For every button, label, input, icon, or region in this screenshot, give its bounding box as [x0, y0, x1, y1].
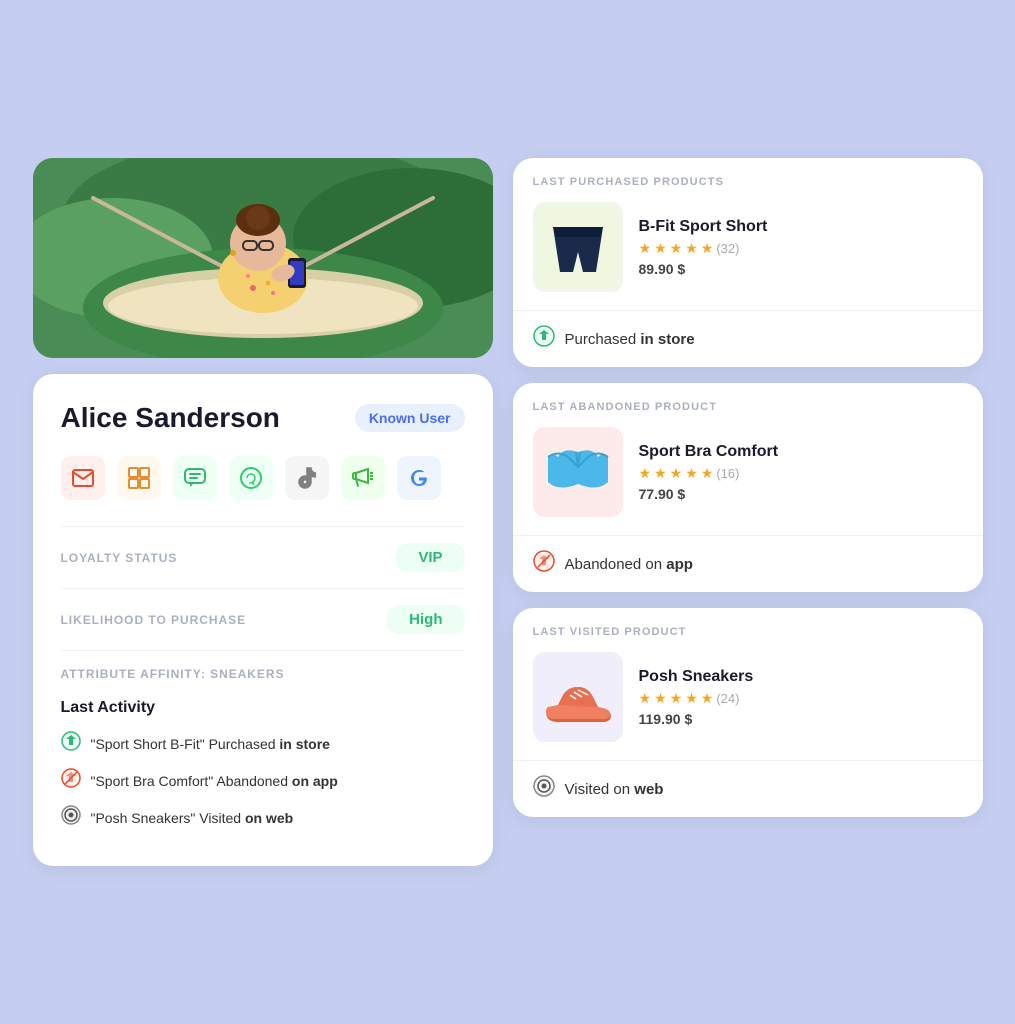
abandoned-footer-text: Abandoned on app — [565, 556, 693, 573]
bra-star-1: ★ — [639, 465, 652, 482]
star-4: ★ — [685, 240, 698, 257]
last-purchased-info: B-Fit Sport Short ★ ★ ★ ★ ★ (32) 89.90 $ — [513, 202, 983, 310]
bra-stars: ★ ★ ★ ★ ★ (16) — [639, 465, 963, 482]
shorts-details: B-Fit Sport Short ★ ★ ★ ★ ★ (32) 89.90 $ — [639, 218, 963, 277]
sneakers-star-2: ★ — [654, 690, 667, 707]
sneakers-star-4: ★ — [685, 690, 698, 707]
last-purchased-footer: Purchased in store — [513, 310, 983, 367]
likelihood-row: LIKELIHOOD TO PURCHASE High — [61, 588, 465, 650]
left-column: Alice Sanderson Known User — [33, 158, 493, 866]
affinity-label: ATTRIBUTE AFFINITY: SNEAKERS — [61, 667, 465, 681]
likelihood-label: LIKELIHOOD TO PURCHASE — [61, 613, 247, 627]
star-1: ★ — [639, 240, 652, 257]
sneakers-star-1: ★ — [639, 690, 652, 707]
last-visited-card: LAST VISITED PRODUCT — [513, 608, 983, 817]
star-3: ★ — [670, 240, 683, 257]
sneakers-details: Posh Sneakers ★ ★ ★ ★ ★ (24) 119.90 $ — [639, 668, 963, 727]
affinity-section: ATTRIBUTE AFFINITY: SNEAKERS Last Activi… — [61, 650, 465, 830]
bra-star-4: ★ — [685, 465, 698, 482]
likelihood-value: High — [387, 605, 464, 634]
activity-item-2: "Sport Bra Comfort" Abandoned on app — [61, 768, 465, 793]
bra-thumbnail — [533, 427, 623, 517]
bra-star-2: ★ — [654, 465, 667, 482]
bra-name: Sport Bra Comfort — [639, 443, 963, 461]
shorts-name: B-Fit Sport Short — [639, 218, 963, 236]
bra-review-count: (16) — [716, 466, 739, 481]
whatsapp-channel-icon[interactable] — [229, 456, 273, 500]
bra-star-3: ★ — [670, 465, 683, 482]
activity-item-3: "Posh Sneakers" Visited on web — [61, 805, 465, 830]
shorts-thumbnail — [533, 202, 623, 292]
abandoned-footer-icon — [533, 550, 555, 578]
bra-star-5: ★ — [701, 465, 714, 482]
profile-header: Alice Sanderson Known User — [61, 402, 465, 434]
last-visited-info: Posh Sneakers ★ ★ ★ ★ ★ (24) 119.90 $ — [513, 652, 983, 760]
visited-footer-text: Visited on web — [565, 781, 664, 798]
google-channel-icon[interactable] — [397, 456, 441, 500]
visited-footer-icon — [533, 775, 555, 803]
sneakers-star-3: ★ — [670, 690, 683, 707]
right-column: LAST PURCHASED PRODUCTS B-Fit Sport Shor… — [513, 158, 983, 817]
sneakers-price: 119.90 $ — [639, 711, 963, 727]
profile-card: Alice Sanderson Known User — [33, 374, 493, 866]
shorts-review-count: (32) — [716, 241, 739, 256]
channel-icons — [61, 456, 465, 500]
email-channel-icon[interactable] — [61, 456, 105, 500]
tiktok-channel-icon[interactable] — [285, 456, 329, 500]
loyalty-status-row: LOYALTY STATUS VIP — [61, 526, 465, 588]
activity-text-2: "Sport Bra Comfort" Abandoned on app — [91, 773, 338, 789]
last-abandoned-footer: Abandoned on app — [513, 535, 983, 592]
bra-price: 77.90 $ — [639, 486, 963, 502]
activity-icon-1 — [61, 731, 81, 756]
sneakers-stars: ★ ★ ★ ★ ★ (24) — [639, 690, 963, 707]
megaphone-channel-icon[interactable] — [341, 456, 385, 500]
last-abandoned-card: LAST ABANDONED PRODUCT Sport Bra Comfort… — [513, 383, 983, 592]
activity-item-1: "Sport Short B-Fit" Purchased in store — [61, 731, 465, 756]
last-visited-footer: Visited on web — [513, 760, 983, 817]
hero-image — [33, 158, 493, 358]
shorts-price: 89.90 $ — [639, 261, 963, 277]
last-purchased-title: LAST PURCHASED PRODUCTS — [513, 158, 983, 202]
sneakers-thumbnail — [533, 652, 623, 742]
last-purchased-card: LAST PURCHASED PRODUCTS B-Fit Sport Shor… — [513, 158, 983, 367]
chat-channel-icon[interactable] — [173, 456, 217, 500]
last-activity-title: Last Activity — [61, 699, 465, 717]
known-user-badge: Known User — [355, 404, 465, 432]
sneakers-name: Posh Sneakers — [639, 668, 963, 686]
activity-icon-2 — [61, 768, 81, 793]
activity-icon-3 — [61, 805, 81, 830]
shorts-stars: ★ ★ ★ ★ ★ (32) — [639, 240, 963, 257]
main-container: Alice Sanderson Known User — [33, 158, 983, 866]
last-abandoned-info: Sport Bra Comfort ★ ★ ★ ★ ★ (16) 77.90 $ — [513, 427, 983, 535]
star-2: ★ — [654, 240, 667, 257]
activity-text-3: "Posh Sneakers" Visited on web — [91, 810, 294, 826]
bra-details: Sport Bra Comfort ★ ★ ★ ★ ★ (16) 77.90 $ — [639, 443, 963, 502]
activity-text-1: "Sport Short B-Fit" Purchased in store — [91, 736, 330, 752]
purchased-footer-icon — [533, 325, 555, 353]
loyalty-status-label: LOYALTY STATUS — [61, 551, 178, 565]
catalog-channel-icon[interactable] — [117, 456, 161, 500]
purchased-footer-text: Purchased in store — [565, 331, 695, 348]
sneakers-review-count: (24) — [716, 691, 739, 706]
last-abandoned-title: LAST ABANDONED PRODUCT — [513, 383, 983, 427]
sneakers-star-5: ★ — [701, 690, 714, 707]
star-5: ★ — [701, 240, 714, 257]
last-visited-title: LAST VISITED PRODUCT — [513, 608, 983, 652]
profile-name: Alice Sanderson — [61, 402, 280, 434]
loyalty-status-value: VIP — [396, 543, 464, 572]
